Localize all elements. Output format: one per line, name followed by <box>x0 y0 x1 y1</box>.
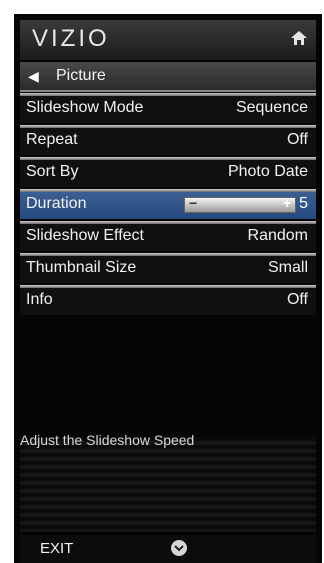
menu-item-thumbnail-size[interactable]: Thumbnail Size Small <box>20 253 316 283</box>
menu-item-value: Random <box>247 227 308 244</box>
menu-item-label: Info <box>26 291 53 308</box>
duration-value: 5 <box>299 195 308 212</box>
menu-item-label: Repeat <box>26 131 78 148</box>
menu-item-value: Small <box>267 259 308 276</box>
menu-item-label: Sort By <box>26 163 79 180</box>
menu-item-label: Slideshow Mode <box>26 99 144 116</box>
down-chevron-icon[interactable] <box>170 539 188 562</box>
back-button-picture[interactable]: ◀ Picture <box>20 62 316 92</box>
description-area <box>20 437 316 532</box>
footer-bar: EXIT <box>20 535 316 563</box>
menu-item-duration[interactable]: Duration − + 5 <box>20 189 316 219</box>
vizio-menu-panel: VIZIO ◀ Picture Slideshow Mode Sequence … <box>14 14 322 563</box>
menu-item-value: Off <box>286 131 308 148</box>
menu-item-info[interactable]: Info Off <box>20 285 316 315</box>
settings-menu: Slideshow Mode Sequence Repeat Off Sort … <box>20 93 316 320</box>
duration-slider[interactable]: − + <box>184 195 296 213</box>
description-text: Adjust the Slideshow Speed <box>20 432 195 448</box>
left-arrow-icon: ◀ <box>28 68 39 84</box>
menu-item-label: Thumbnail Size <box>26 259 137 276</box>
menu-item-label: Duration <box>26 195 87 212</box>
menu-item-slideshow-effect[interactable]: Slideshow Effect Random <box>20 221 316 251</box>
menu-item-value: Off <box>286 291 308 308</box>
menu-item-repeat[interactable]: Repeat Off <box>20 125 316 155</box>
header-bar: VIZIO <box>20 20 316 60</box>
menu-item-label: Slideshow Effect <box>26 227 144 244</box>
slider-minus-icon: − <box>189 195 198 211</box>
vizio-logo: VIZIO <box>32 25 110 52</box>
home-icon[interactable] <box>290 30 308 51</box>
menu-item-sort-by[interactable]: Sort By Photo Date <box>20 157 316 187</box>
menu-item-value: Sequence <box>235 99 308 116</box>
back-label: Picture <box>56 67 106 84</box>
menu-item-slideshow-mode[interactable]: Slideshow Mode Sequence <box>20 93 316 123</box>
exit-button[interactable]: EXIT <box>40 540 73 557</box>
slider-plus-icon: + <box>282 195 291 211</box>
menu-item-value: Photo Date <box>227 163 308 180</box>
